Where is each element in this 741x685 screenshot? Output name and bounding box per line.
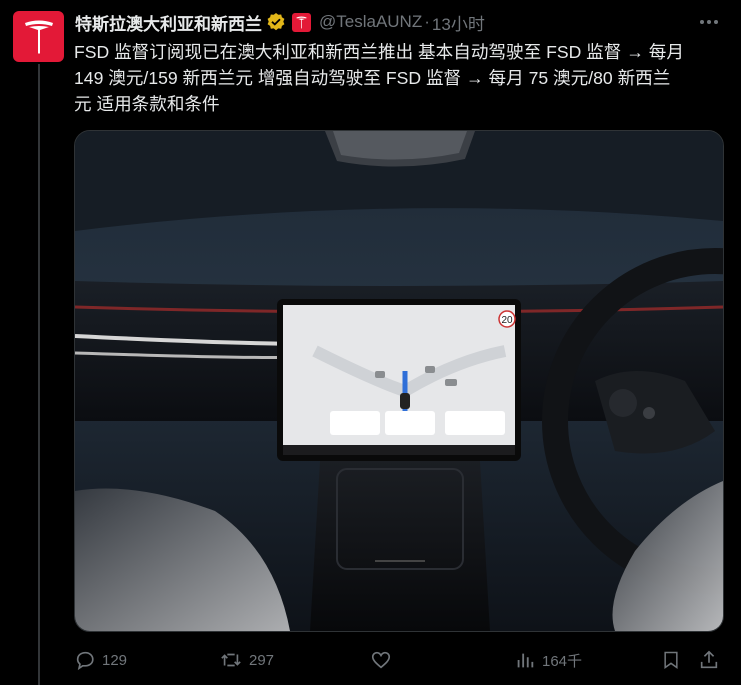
separator: · <box>424 12 430 31</box>
reply-count: 129 <box>102 651 128 669</box>
tweet-text-line: 149 澳元/159 新西兰元 增强自动驾驶至 FSD 监督 → 每月 75 澳… <box>74 68 671 88</box>
affiliate-badge-icon[interactable] <box>292 12 311 32</box>
tweet-header: 特斯拉澳大利亚和新西兰 @TeslaAUNZ · 13小时 <box>75 10 721 34</box>
share-icon <box>700 650 718 669</box>
tweet-text-line: 元 适用条款和条件 <box>74 94 220 114</box>
heart-icon <box>371 651 391 669</box>
like-button[interactable] <box>370 646 392 674</box>
verified-badge-icon[interactable] <box>266 12 286 32</box>
author-handle[interactable]: @TeslaAUNZ <box>319 12 422 32</box>
tweet-media-image[interactable]: 20 <box>74 130 724 632</box>
timestamp[interactable]: 13小时 <box>432 10 485 35</box>
tesla-logo-icon <box>24 20 53 54</box>
views-button[interactable]: 164千 <box>514 646 582 674</box>
tweet-text-line: FSD 监督订阅现已在澳大利亚和新西兰推出 基本自动驾驶至 FSD 监督 → 每… <box>74 42 684 62</box>
views-count: 164千 <box>542 652 583 670</box>
repost-count: 297 <box>249 651 275 669</box>
bookmark-icon <box>664 651 678 669</box>
repost-button[interactable]: 297 <box>219 646 274 674</box>
tweet-text: FSD 监督订阅现已在澳大利亚和新西兰推出 基本自动驾驶至 FSD 监督 → 每… <box>74 39 726 117</box>
avatar[interactable] <box>13 11 64 62</box>
more-options-icon[interactable] <box>697 12 721 32</box>
thread-line <box>38 64 40 685</box>
screen-speed-readout: 20 <box>501 315 513 326</box>
display-name[interactable]: 特斯拉澳大利亚和新西兰 <box>75 10 262 35</box>
views-icon <box>517 653 534 668</box>
tweet-actions: 129 297 164千 <box>74 646 728 674</box>
reply-icon <box>76 651 94 671</box>
bookmark-button[interactable] <box>661 646 681 674</box>
share-button[interactable] <box>698 646 720 674</box>
reply-button[interactable]: 129 <box>74 646 127 674</box>
repost-icon <box>221 653 241 667</box>
